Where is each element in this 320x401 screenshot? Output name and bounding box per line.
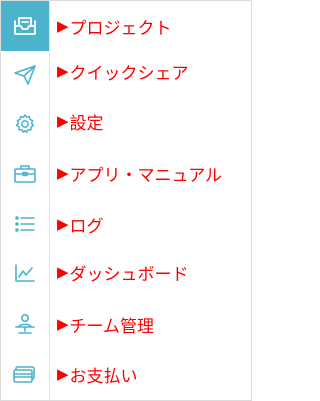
sidebar-item-settings[interactable] <box>1 99 49 149</box>
project-inbox-icon <box>12 14 38 38</box>
menu-item-label: ログ <box>69 216 104 237</box>
annotation-payment: ▶ お支払い <box>57 362 138 387</box>
annotation-settings: ▶ 設定 <box>57 109 104 134</box>
team-user-icon <box>13 312 37 336</box>
menu-item-label: お支払い <box>69 366 138 387</box>
arrow-marker: ▶ <box>57 62 69 80</box>
menu-item-label: ダッシュボード <box>69 264 189 285</box>
menu-item-label: 設定 <box>69 113 104 134</box>
sidebar-nav <box>1 1 50 400</box>
arrow-marker: ▶ <box>57 315 69 333</box>
sidebar-item-project[interactable] <box>1 1 49 51</box>
briefcase-icon <box>12 163 38 185</box>
line-chart-icon <box>13 262 37 284</box>
sidebar-item-dashboard[interactable] <box>1 248 49 298</box>
menu-item-label: プロジェクト <box>69 18 172 39</box>
annotation-team-management: ▶ チーム管理 <box>57 312 155 337</box>
annotation-quick-share: ▶ クイックシェア <box>57 59 189 84</box>
gear-icon <box>13 112 37 136</box>
annotation-log: ▶ ログ <box>57 212 104 237</box>
annotation-project: ▶ プロジェクト <box>57 14 172 39</box>
arrow-marker: ▶ <box>57 215 69 233</box>
sidebar-item-payment[interactable] <box>1 349 49 399</box>
menu-item-label: チーム管理 <box>69 316 155 337</box>
menu-item-label: クイックシェア <box>69 63 189 84</box>
menu-panel: ▶ プロジェクト ▶ クイックシェア ▶ 設定 ▶ アプリ・マニュアル ▶ ログ… <box>0 0 252 401</box>
arrow-marker: ▶ <box>57 365 69 383</box>
credit-card-icon <box>12 363 38 385</box>
menu-item-label: アプリ・マニュアル <box>69 165 223 186</box>
arrow-marker: ▶ <box>57 164 69 182</box>
arrow-marker: ▶ <box>57 263 69 281</box>
annotation-dashboard: ▶ ダッシュボード <box>57 260 189 285</box>
sidebar-item-apps-manual[interactable] <box>1 149 49 199</box>
arrow-marker: ▶ <box>57 112 69 130</box>
arrow-marker: ▶ <box>57 17 69 35</box>
list-icon <box>13 213 37 235</box>
sidebar-item-team-management[interactable] <box>1 299 49 349</box>
sidebar-item-log[interactable] <box>1 199 49 249</box>
paper-plane-icon <box>13 64 37 86</box>
annotation-apps-manual: ▶ アプリ・マニュアル <box>57 161 223 186</box>
sidebar-item-quick-share[interactable] <box>1 50 49 100</box>
